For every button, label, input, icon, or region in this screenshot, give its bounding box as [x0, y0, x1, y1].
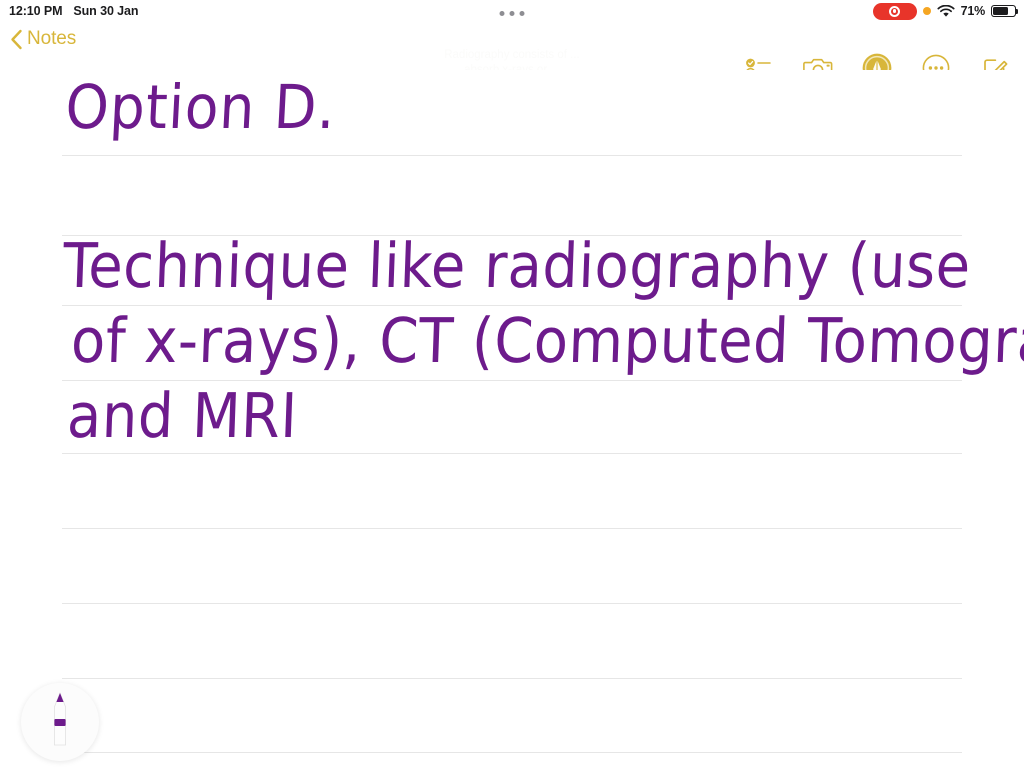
battery-icon [991, 5, 1019, 17]
navigation-bar: Notes Radiography consists of ... absorb… [0, 22, 1024, 83]
status-bar-left: 12:10 PM Sun 30 Jan [9, 0, 139, 22]
pen-tool-button[interactable] [21, 683, 99, 761]
status-date: Sun 30 Jan [73, 4, 139, 18]
ruled-line [62, 752, 962, 753]
ruled-line [62, 453, 962, 454]
privacy-indicator-dot [922, 7, 931, 15]
handwriting-heading: Option D. [63, 71, 338, 143]
status-time: 12:10 PM [9, 4, 63, 18]
note-canvas[interactable]: Option D. Technique like radiography (us… [0, 70, 1024, 768]
handwriting-line-1: Technique like radiography (use [61, 230, 972, 303]
ruled-line [62, 528, 962, 529]
ruled-line [62, 235, 962, 236]
screen-recording-icon[interactable] [872, 2, 917, 20]
back-to-notes-button[interactable]: Notes [10, 28, 76, 50]
back-button-label: Notes [27, 28, 77, 49]
ruled-line [62, 155, 962, 156]
ruled-line [62, 603, 962, 604]
wifi-icon [937, 4, 955, 17]
status-bar-right: 71% [872, 0, 1019, 22]
multitask-handle-icon[interactable] [494, 7, 531, 20]
pen-tool-icon [54, 691, 66, 746]
battery-percent-label: 71% [960, 4, 986, 18]
handwriting-line-2: of x-rays), CT (Computed Tomography) [69, 305, 1024, 378]
handwriting-line-3: and MRI [65, 380, 299, 453]
ruled-line [62, 380, 962, 381]
ruled-line [62, 678, 962, 679]
ruled-line [62, 305, 962, 306]
chevron-left-icon [11, 29, 22, 49]
